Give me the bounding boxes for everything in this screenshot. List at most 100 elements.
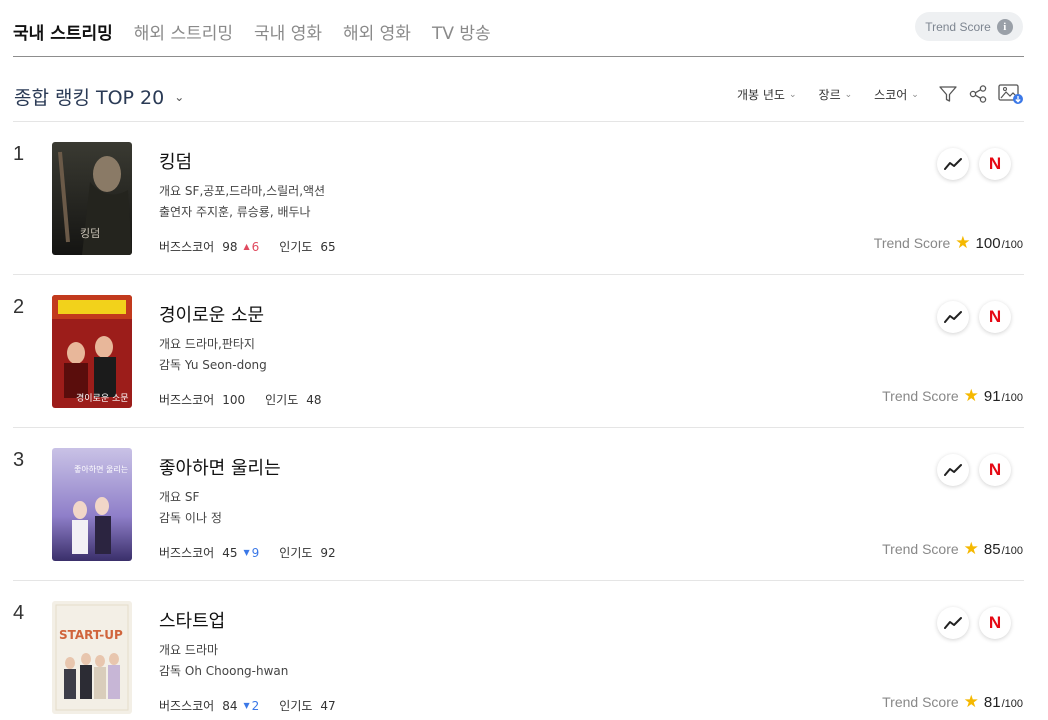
trend-score: Trend Score ★ 85 /100 [882,539,1023,559]
netflix-icon: N [988,613,1002,632]
poster-caption: 경이로운 소문 [76,392,129,404]
poster-image[interactable]: 경이로운 소문 [52,295,132,408]
tab-domestic-streaming[interactable]: 국내 스트리밍 [13,19,113,44]
genre-value: 드라마 [184,643,219,657]
chevron-down-icon: ⌄ [844,89,853,100]
arrow-down-icon: ▼ [243,548,250,557]
ranking-dropdown[interactable]: 종합 랭킹 TOP 20 ⌄ [14,83,184,110]
trend-line-icon [944,311,962,323]
people-label: 감독 [159,358,182,372]
delta-down: ▼ 9 [243,546,259,560]
category-tabs: 국내 스트리밍 해외 스트리밍 국내 영화 해외 영화 TV 방송 [13,19,491,44]
delta-value: 2 [251,698,260,713]
filter-label: 스코어 [874,88,908,102]
item-title[interactable]: 스타트업 [159,607,225,633]
poster-image[interactable]: 킹덤 [52,142,132,255]
buzz-value: 100 [222,392,246,407]
rank-number: 3 [13,449,25,471]
buzz-value: 84 [222,698,238,713]
trend-chart-button[interactable] [937,607,969,639]
trend-score-value: 91 [983,388,1001,405]
star-icon: ★ [963,386,979,405]
poster-image[interactable]: 좋아하면 울리는 [52,448,132,561]
item-title[interactable]: 킹덤 [159,148,192,174]
trend-chart-button[interactable] [937,454,969,486]
trend-line-icon [944,158,962,170]
buzz-value: 45 [222,545,238,560]
buzz-label: 버즈스코어 [159,240,215,254]
rank-number: 1 [13,143,25,165]
toolbar-icons [938,83,1024,105]
popularity-value: 92 [320,545,336,560]
netflix-button[interactable]: N [979,148,1011,180]
rank-number: 2 [13,296,25,318]
filter-release-year[interactable]: 개봉 년도 ⌄ [737,86,797,103]
popularity-label: 인기도 [279,240,313,254]
people-value: 주지훈, 류승룡, 배두나 [195,205,311,219]
delta-down: ▼ 2 [243,699,259,713]
genre-line: 개요 드라마,판타지 [159,335,255,352]
poster-caption: 킹덤 [80,227,100,240]
rank-number: 4 [13,602,25,624]
delta-up: ▲ 6 [243,240,259,254]
chevron-down-icon: ⌄ [911,89,919,100]
genre-value: SF [184,490,200,504]
tab-overseas-streaming[interactable]: 해외 스트리밍 [134,19,233,44]
genre-label: 개요 [159,337,182,351]
people-value: Yu Seon-dong [184,358,267,372]
netflix-button[interactable]: N [979,454,1011,486]
trend-score-label: Trend Score [873,235,951,251]
trend-score: Trend Score ★ 100 /100 [874,233,1023,253]
trend-score: Trend Score ★ 91 /100 [882,386,1023,406]
ranking-item: 1 킹덤 킹덤 개요 SF,공포,드라마,스릴러,액션 출연자 주지훈, 류승룡… [13,122,1024,275]
item-title[interactable]: 좋아하면 울리는 [159,454,281,480]
tabs-divider [13,56,1024,57]
filter-icon[interactable] [938,84,958,104]
filter-genre[interactable]: 장르 ⌄ [819,86,853,103]
people-line: 감독 Oh Choong-hwan [159,662,288,679]
people-line: 감독 Yu Seon-dong [159,356,267,373]
tab-tv-broadcast[interactable]: TV 방송 [432,19,491,44]
trend-score-button[interactable]: Trend Score i [915,12,1023,41]
share-icon[interactable] [968,84,988,104]
trend-chart-button[interactable] [937,301,969,333]
ranking-title: 종합 랭킹 TOP 20 [14,87,165,109]
arrow-up-icon: ▲ [243,242,250,251]
trend-score-value: 100 [975,235,1001,252]
poster-image[interactable]: START-UP [52,601,132,714]
tab-overseas-movie[interactable]: 해외 영화 [343,19,411,44]
netflix-button[interactable]: N [979,607,1011,639]
ranking-item: 3 좋아하면 울리는 좋아하면 울리는 개요 SF 감독 이나 정 버즈스코어 … [13,428,1024,581]
item-title[interactable]: 경이로운 소문 [159,301,264,327]
popularity-value: 65 [320,239,336,254]
trend-score-max: /100 [1001,545,1023,557]
genre-value: SF,공포,드라마,스릴러,액션 [184,184,326,198]
netflix-icon: N [988,154,1002,173]
filter-label: 장르 [818,88,841,102]
people-value: 이나 정 [184,511,222,525]
ranking-item: 2 경이로운 소문 경이로운 소문 개요 드라마,판타지 감독 Yu Seon-… [13,275,1024,428]
genre-label: 개요 [159,643,182,657]
netflix-icon: N [988,307,1002,326]
star-icon: ★ [955,233,971,252]
trend-score-label: Trend Score [925,19,991,34]
people-line: 감독 이나 정 [159,509,222,526]
popularity-value: 48 [306,392,322,407]
arrow-down-icon: ▼ [243,701,250,710]
netflix-button[interactable]: N [979,301,1011,333]
people-label: 감독 [159,664,182,678]
people-label: 감독 [159,511,182,525]
trend-line-icon [944,617,962,629]
trend-score: Trend Score ★ 81 /100 [882,692,1023,712]
trend-score-value: 85 [983,541,1001,558]
trend-score-value: 81 [983,694,1001,711]
filter-label: 개봉 년도 [737,88,785,102]
image-download-icon[interactable] [998,83,1024,105]
score-line: 버즈스코어 84 ▼ 2 인기도 47 [159,697,336,714]
tab-domestic-movie[interactable]: 국내 영화 [254,19,322,44]
poster-caption: START-UP [59,628,123,642]
filter-score[interactable]: 스코어 ⌄ [874,86,919,103]
buzz-label: 버즈스코어 [159,393,215,407]
popularity-label: 인기도 [279,546,313,560]
trend-chart-button[interactable] [937,148,969,180]
